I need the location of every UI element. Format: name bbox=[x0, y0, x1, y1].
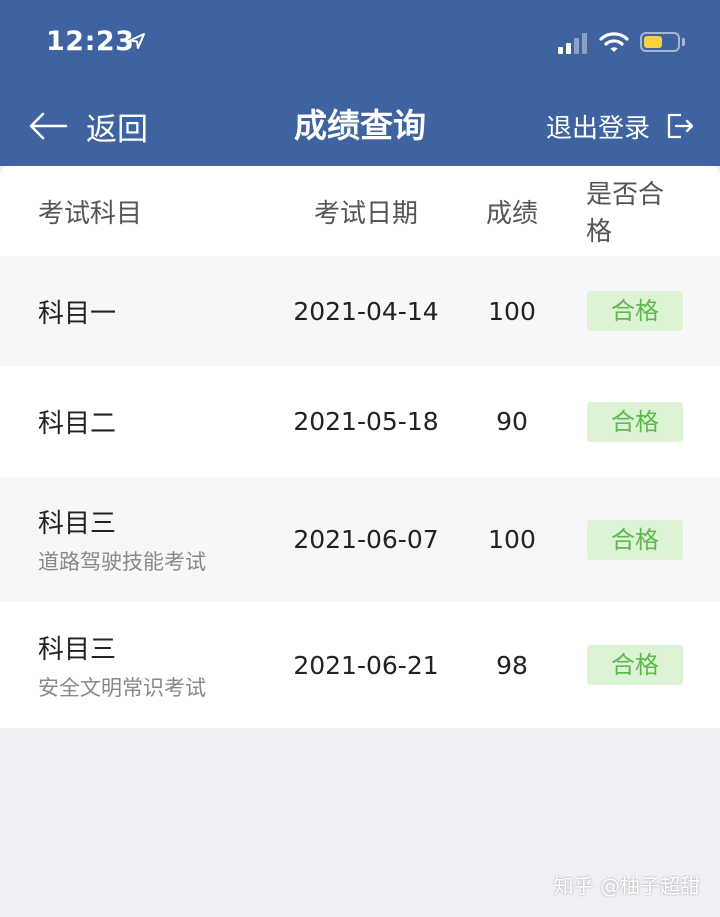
battery-level bbox=[644, 36, 662, 48]
subject-cell: 科目三 安全文明常识考试 bbox=[38, 602, 278, 728]
score-cell: 90 bbox=[496, 407, 528, 436]
header-pass: 是否合格 bbox=[586, 180, 665, 247]
header-subject: 考试科目 bbox=[38, 198, 143, 229]
logout-label: 退出登录 bbox=[545, 113, 650, 144]
battery-cap bbox=[682, 38, 685, 46]
subject-cell: 科目三 道路驾驶技能考试 bbox=[38, 477, 278, 602]
header-score: 成绩 bbox=[485, 198, 538, 229]
table-row: 科目二 2021-05-18 90 合格 bbox=[0, 366, 720, 477]
pass-badge: 合格 bbox=[587, 645, 683, 685]
pass-badge: 合格 bbox=[587, 401, 683, 442]
score-cell: 100 bbox=[488, 296, 536, 326]
score-cell: 100 bbox=[488, 525, 536, 554]
subject-name: 科目二 bbox=[38, 409, 117, 439]
header-date: 考试日期 bbox=[313, 198, 418, 229]
pass-badge: 合格 bbox=[587, 519, 683, 560]
subject-name: 科目三 bbox=[38, 509, 117, 539]
score-cell: 98 bbox=[496, 650, 528, 680]
signal-icon bbox=[558, 32, 590, 54]
date-cell: 2021-05-18 bbox=[293, 407, 439, 436]
pass-badge: 合格 bbox=[587, 291, 683, 331]
watermark: 知乎 @柚子超甜 bbox=[553, 874, 700, 898]
subject-name: 科目一 bbox=[38, 298, 117, 329]
wifi-icon bbox=[599, 32, 629, 52]
date-cell: 2021-04-14 bbox=[293, 296, 439, 326]
location-arrow-icon bbox=[129, 33, 145, 49]
subject-subtitle: 安全文明常识考试 bbox=[38, 675, 206, 700]
subject-subtitle: 道路驾驶技能考试 bbox=[38, 550, 206, 574]
logout-icon bbox=[667, 113, 694, 139]
back-button[interactable]: 返回 bbox=[28, 104, 148, 148]
date-cell: 2021-06-07 bbox=[293, 525, 439, 554]
back-label: 返回 bbox=[86, 111, 148, 148]
pass-cell: 合格 bbox=[586, 366, 684, 477]
subject-name: 科目三 bbox=[38, 634, 117, 665]
pass-cell: 合格 bbox=[586, 477, 684, 602]
subject-cell: 科目一 bbox=[38, 256, 278, 366]
pass-cell: 合格 bbox=[586, 602, 684, 728]
app-header: 12:23 返回 成绩查询 退出登录 bbox=[0, 0, 720, 166]
pass-cell: 合格 bbox=[586, 256, 684, 366]
table-header-row: 考试科目 考试日期 成绩 是否合格 bbox=[0, 166, 720, 256]
table-row: 科目三 安全文明常识考试 2021-06-21 98 合格 bbox=[0, 602, 720, 728]
logout-button[interactable]: 退出登录 bbox=[546, 104, 694, 148]
date-cell: 2021-06-21 bbox=[293, 650, 439, 680]
back-arrow-icon bbox=[29, 112, 68, 140]
score-table: 考试科目 考试日期 成绩 是否合格 科目一 2021-04-14 100 合格 … bbox=[0, 166, 720, 728]
status-time: 12:23 bbox=[46, 26, 135, 57]
table-row: 科目一 2021-04-14 100 合格 bbox=[0, 256, 720, 366]
battery-icon bbox=[640, 32, 680, 52]
subject-cell: 科目二 bbox=[38, 366, 278, 477]
table-row: 科目三 道路驾驶技能考试 2021-06-07 100 合格 bbox=[0, 477, 720, 602]
